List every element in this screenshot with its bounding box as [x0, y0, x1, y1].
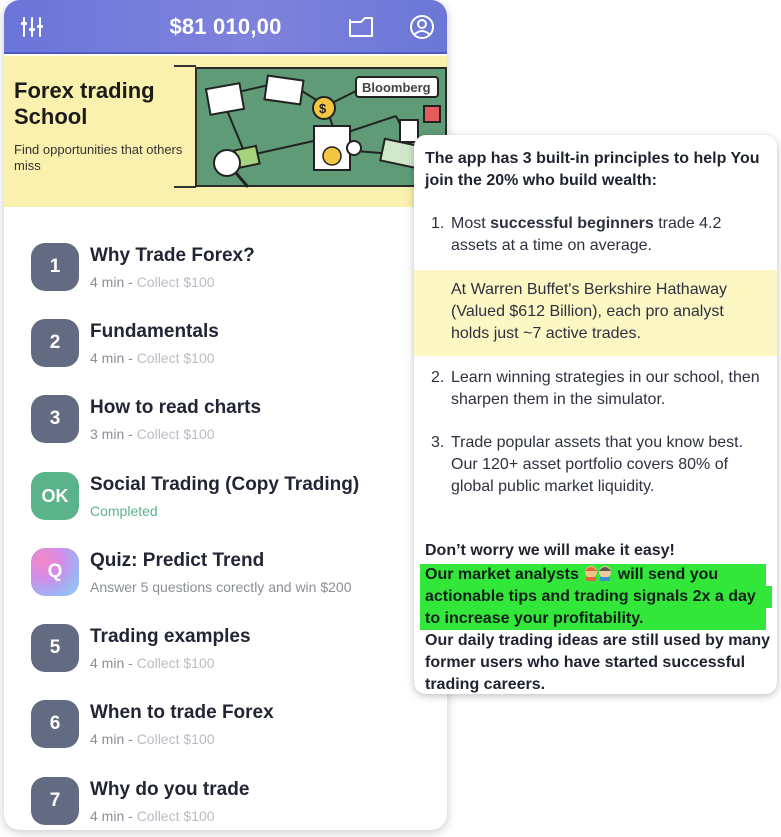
lesson-title: How to read charts [90, 397, 262, 418]
banner-title-line2: School [14, 104, 88, 129]
principle-text-pre: Most [451, 215, 491, 232]
principle-number: 1. [431, 215, 445, 232]
principles-card: The app has 3 built-in principles to hel… [414, 135, 777, 694]
lesson-item-completed[interactable]: OK Social Trading (Copy Trading) Complet… [4, 436, 447, 520]
lesson-separator: - [124, 808, 137, 824]
analyst-signals-text: Our market analysts will send you action… [425, 564, 770, 630]
top-bar: $81 010,00 [4, 0, 447, 54]
lesson-title: Trading examples [90, 626, 251, 647]
lesson-title: Fundamentals [90, 321, 219, 342]
svg-text:$: $ [319, 101, 327, 116]
folder-icon[interactable] [347, 13, 375, 41]
phone-screen: $81 010,00 Forex trading School Find opp… [4, 0, 447, 830]
principle-text: Most successful beginners trade 4.2 asse… [451, 213, 771, 257]
bloomberg-label: Bloomberg [362, 80, 431, 95]
principle-text: Trade popular assets that you know best.… [451, 434, 744, 495]
banner-title-line1: Forex trading [14, 78, 155, 103]
lesson-item[interactable]: 7 Why do you trade 4 min - Collect $100 [4, 741, 447, 825]
principle-number: 2. [431, 369, 445, 386]
lesson-item-quiz[interactable]: Q Quiz: Predict Trend Answer 5 questions… [4, 512, 447, 596]
lesson-meta: 4 min - Collect $100 [90, 808, 215, 824]
account-balance: $81 010,00 [169, 14, 282, 39]
profile-icon[interactable] [408, 13, 436, 41]
principles-intro: The app has 3 built-in principles to hel… [425, 150, 760, 189]
lesson-title: Why Trade Forex? [90, 245, 255, 266]
lesson-title: Social Trading (Copy Trading) [90, 474, 360, 495]
principle-number: 3. [431, 434, 445, 451]
analysts-emoji-icon [585, 566, 612, 581]
banner-title: Forex trading School [14, 78, 184, 130]
lesson-number-badge: 7 [31, 777, 79, 825]
lesson-item[interactable]: 5 Trading examples 4 min - Collect $100 [4, 588, 447, 672]
reassurance-text: Don’t worry we will make it easy! [425, 542, 675, 559]
lesson-title: Why do you trade [90, 779, 250, 800]
principle-text-bold: successful beginners [490, 215, 654, 232]
highlight-text: At Warren Buffet's Berkshire Hathaway (V… [451, 281, 728, 342]
lesson-item[interactable]: 3 How to read charts 3 min - Collect $10… [4, 359, 447, 443]
lesson-reward: Collect $100 [136, 808, 215, 824]
banner-subtitle: Find opportunities that others miss [14, 142, 183, 173]
lesson-title: When to trade Forex [90, 702, 274, 723]
lesson-item[interactable]: 6 When to trade Forex 4 min - Collect $1… [4, 664, 447, 748]
school-banner: Forex trading School Find opportunities … [4, 56, 447, 207]
banner-illustration: $ Bloomberg [174, 65, 447, 188]
analyst-text-pre: Our market analysts [425, 566, 584, 583]
buffett-highlight: At Warren Buffet's Berkshire Hathaway (V… [414, 270, 777, 356]
daily-ideas-text: Our daily trading ideas are still used b… [425, 632, 770, 693]
lesson-item[interactable]: 1 Why Trade Forex? 4 min - Collect $100 [4, 207, 447, 291]
lesson-item[interactable]: 2 Fundamentals 4 min - Collect $100 [4, 283, 447, 367]
lesson-title: Quiz: Predict Trend [90, 550, 265, 571]
principle-text: Learn winning strategies in our school, … [451, 369, 760, 408]
lesson-duration: 4 min [90, 808, 125, 824]
